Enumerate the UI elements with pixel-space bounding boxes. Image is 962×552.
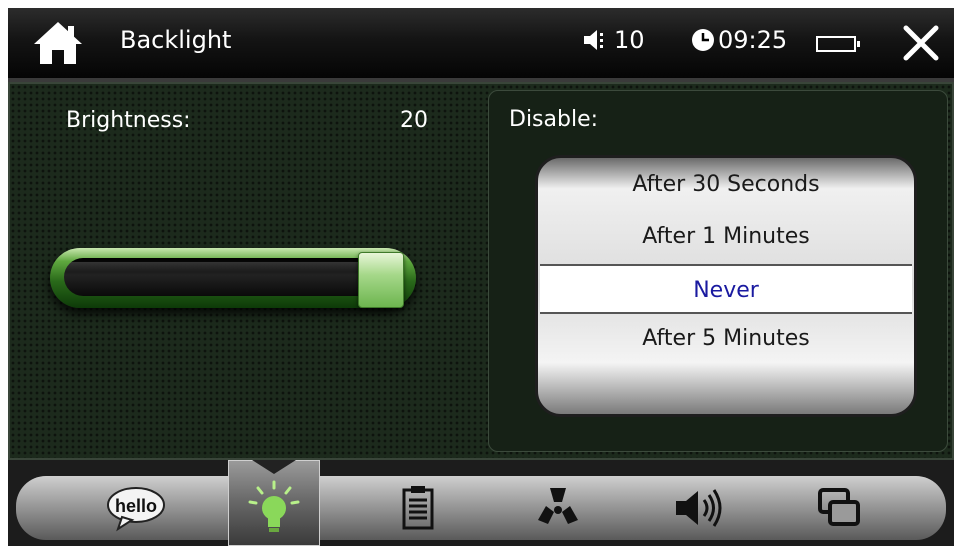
brightness-slider[interactable] bbox=[50, 248, 416, 308]
disable-panel: Disable: After 30 Seconds After 1 Minute… bbox=[488, 90, 948, 452]
picker-option-selected[interactable]: Never bbox=[540, 264, 912, 314]
slider-groove bbox=[64, 258, 400, 296]
backlight-tab-button[interactable] bbox=[242, 478, 306, 538]
windows-icon bbox=[818, 488, 860, 526]
clock-indicator: 09:25 bbox=[690, 26, 787, 54]
active-tab-pointer bbox=[252, 460, 296, 474]
speaker-icon bbox=[584, 30, 603, 50]
close-icon bbox=[903, 25, 939, 61]
home-icon bbox=[34, 22, 82, 64]
clock-icon bbox=[692, 29, 714, 51]
brightness-label: Brightness: bbox=[66, 108, 191, 133]
radiation-button[interactable] bbox=[526, 478, 590, 538]
device-screen: Backlight 10 09:25 Brightness: 20 Disabl… bbox=[8, 8, 954, 546]
volume-icon bbox=[676, 489, 722, 527]
volume-button[interactable] bbox=[668, 478, 732, 538]
volume-value: 10 bbox=[614, 26, 645, 54]
volume-indicator: 10 bbox=[582, 26, 645, 54]
clipboard-icon bbox=[402, 486, 434, 530]
radiation-icon bbox=[538, 488, 578, 524]
battery-icon bbox=[816, 36, 860, 52]
disable-label: Disable: bbox=[509, 107, 599, 132]
hello-button[interactable]: hello bbox=[104, 478, 168, 538]
clock-time: 09:25 bbox=[718, 26, 788, 54]
page-title: Backlight bbox=[120, 26, 232, 54]
picker-option[interactable]: After 1 Minutes bbox=[538, 212, 914, 262]
windows-button[interactable] bbox=[808, 478, 872, 538]
home-button[interactable] bbox=[30, 18, 86, 68]
bulb-icon bbox=[248, 480, 300, 532]
disable-picker[interactable]: After 30 Seconds After 1 Minutes Never A… bbox=[535, 155, 917, 417]
slider-thumb[interactable] bbox=[358, 252, 404, 308]
slider-shine bbox=[64, 262, 400, 272]
picker-option[interactable]: After 5 Minutes bbox=[538, 314, 914, 364]
close-button[interactable] bbox=[896, 18, 946, 68]
hello-bubble-icon: hello bbox=[107, 487, 165, 532]
clipboard-button[interactable] bbox=[386, 478, 450, 538]
title-bar: Backlight 10 09:25 bbox=[8, 8, 954, 78]
picker-option[interactable]: After 30 Seconds bbox=[538, 160, 914, 210]
hello-text: hello bbox=[115, 496, 157, 516]
brightness-value: 20 bbox=[400, 108, 428, 133]
bottom-toolbar: hello bbox=[8, 460, 954, 546]
